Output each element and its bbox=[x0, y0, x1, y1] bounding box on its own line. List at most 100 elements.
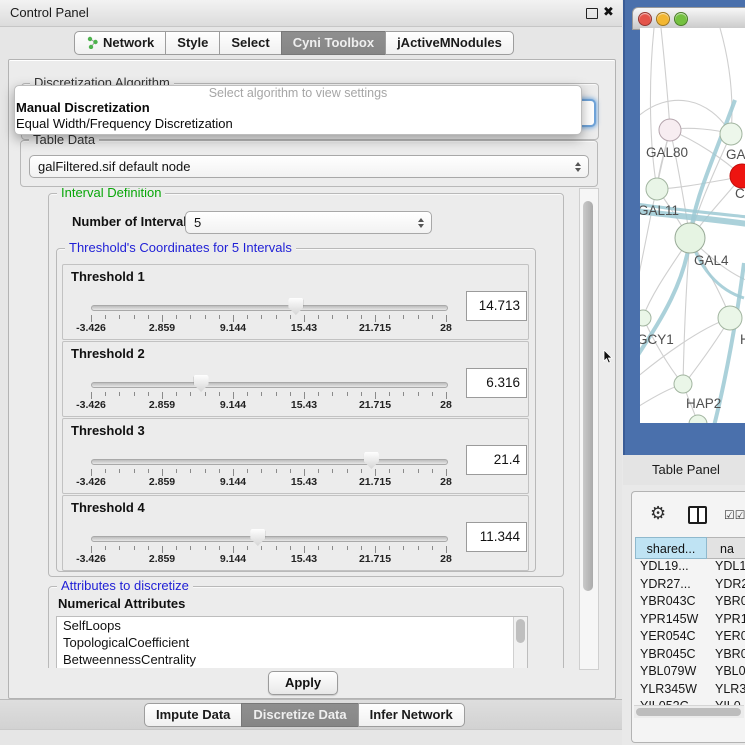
tick-mark bbox=[233, 469, 234, 476]
cell-name: YBL0 bbox=[707, 664, 745, 682]
tick-mark bbox=[119, 392, 120, 396]
panel-scrollbar-thumb[interactable] bbox=[583, 201, 593, 591]
dropdown-option-1[interactable]: Manual Discretization bbox=[15, 100, 581, 116]
tick-mark bbox=[389, 546, 390, 550]
table-row[interactable]: YDL19...YDL1 bbox=[635, 559, 745, 577]
table-row[interactable]: YBR045CYBR0 bbox=[635, 647, 745, 665]
numerical-attributes-list[interactable]: SelfLoopsTopologicalCoefficientBetweenne… bbox=[56, 616, 528, 668]
network-graph[interactable]: GAL80GACGAL11GAL4GCY1HHAP2 bbox=[640, 28, 745, 423]
table-row[interactable]: YBL079WYBL0 bbox=[635, 664, 745, 682]
scale-label: 2.859 bbox=[149, 399, 175, 411]
minimize-traffic-light[interactable] bbox=[656, 12, 670, 26]
number-of-intervals-spinner[interactable]: 5 bbox=[185, 211, 432, 234]
cell-shared-name: YBR043C bbox=[635, 594, 707, 612]
scale-label: 9.144 bbox=[220, 553, 246, 565]
slider-track[interactable] bbox=[91, 382, 448, 388]
table-horizontal-scrollbar[interactable] bbox=[634, 705, 744, 718]
tick-mark bbox=[119, 469, 120, 473]
tick-mark bbox=[148, 392, 149, 396]
tick-mark bbox=[162, 469, 163, 476]
tick-mark bbox=[91, 546, 92, 553]
table-row[interactable]: YER054CYER0 bbox=[635, 629, 745, 647]
attributes-scrollbar-thumb[interactable] bbox=[516, 619, 525, 643]
threshold-value-field[interactable]: 21.4 bbox=[466, 445, 527, 475]
close-icon[interactable]: ✖ bbox=[603, 4, 614, 20]
threshold-title: Threshold 4 bbox=[71, 500, 145, 515]
threshold-value-field[interactable]: 11.344 bbox=[466, 522, 527, 552]
table-data-combobox[interactable]: galFiltered.sif default node bbox=[29, 155, 589, 178]
network-edge bbox=[657, 177, 741, 189]
network-node-hap2[interactable] bbox=[674, 375, 692, 393]
attribute-list-item[interactable]: BetweennessCentrality bbox=[57, 651, 527, 668]
tick-mark bbox=[205, 315, 206, 319]
table-row[interactable]: YLR345WYLR3 bbox=[635, 682, 745, 700]
network-canvas[interactable]: GAL80GACGAL11GAL4GCY1HHAP2 bbox=[640, 28, 745, 423]
slider-thumb[interactable] bbox=[364, 452, 379, 469]
tick-mark bbox=[318, 392, 319, 396]
slider-track[interactable] bbox=[91, 536, 448, 542]
bottom-tab-impute-data[interactable]: Impute Data bbox=[144, 703, 242, 727]
threshold-value-field[interactable]: 14.713 bbox=[466, 291, 527, 321]
table-row[interactable]: YDR27...YDR2 bbox=[635, 577, 745, 595]
table-rows: YDL19...YDL1YDR27...YDR2YBR043CYBR0YPR14… bbox=[635, 559, 745, 717]
panel-scrollbar[interactable] bbox=[579, 188, 599, 670]
network-node-h[interactable] bbox=[718, 306, 742, 330]
network-node-gcy1[interactable] bbox=[640, 310, 651, 326]
network-window-titlebar[interactable] bbox=[632, 7, 745, 30]
column-header-shared-name[interactable]: shared... bbox=[635, 537, 707, 559]
tab-select[interactable]: Select bbox=[219, 31, 281, 55]
tab-cyni-toolbox[interactable]: Cyni Toolbox bbox=[281, 31, 386, 55]
network-node[interactable] bbox=[689, 415, 707, 423]
zoom-traffic-light[interactable] bbox=[674, 12, 688, 26]
threshold-value-field[interactable]: 6.316 bbox=[466, 368, 527, 398]
slider-thumb[interactable] bbox=[288, 298, 303, 315]
table-row[interactable]: YPR145WYPR1 bbox=[635, 612, 745, 630]
column-header-name[interactable]: na bbox=[707, 537, 745, 559]
scale-label: 2.859 bbox=[149, 322, 175, 334]
scale-label: 21.715 bbox=[359, 322, 391, 334]
attributes-group-label: Attributes to discretize bbox=[57, 579, 193, 593]
tick-mark bbox=[91, 392, 92, 399]
network-node-gal4[interactable] bbox=[675, 223, 705, 253]
tick-mark bbox=[432, 392, 433, 396]
tick-mark bbox=[318, 546, 319, 550]
columns-icon[interactable] bbox=[688, 506, 707, 524]
tick-mark bbox=[418, 392, 419, 396]
tick-mark bbox=[134, 469, 135, 473]
tab-label: jActiveMNodules bbox=[397, 35, 502, 50]
table-hscrollbar-thumb[interactable] bbox=[636, 708, 741, 716]
apply-button[interactable]: Apply bbox=[268, 671, 338, 695]
float-window-icon[interactable] bbox=[586, 8, 598, 19]
cell-shared-name: YBR045C bbox=[635, 647, 707, 665]
attribute-list-item[interactable]: SelfLoops bbox=[57, 617, 527, 634]
network-node-gal11[interactable] bbox=[646, 178, 668, 200]
bottom-tab-discretize-data[interactable]: Discretize Data bbox=[241, 703, 358, 727]
tab-label: Style bbox=[177, 35, 208, 50]
network-node-ga[interactable] bbox=[720, 123, 742, 145]
slider-track[interactable] bbox=[91, 305, 448, 311]
table-panel-title: Table Panel bbox=[652, 462, 720, 477]
node-label: GAL11 bbox=[640, 203, 679, 218]
slider-scale-labels: -3.4262.8599.14415.4321.71528 bbox=[91, 399, 446, 411]
table-panel-box: ⚙ ☑☑ shared... na YDL19...YDL1YDR27...YD… bbox=[631, 491, 745, 743]
table-row[interactable]: YBR043CYBR0 bbox=[635, 594, 745, 612]
slider-thumb[interactable] bbox=[250, 529, 265, 546]
attributes-scrollbar[interactable] bbox=[513, 617, 527, 668]
slider-track[interactable] bbox=[91, 459, 448, 465]
tick-mark bbox=[190, 546, 191, 550]
dropdown-option-2[interactable]: Equal Width/Frequency Discretization bbox=[15, 116, 581, 132]
tab-network[interactable]: Network bbox=[74, 31, 166, 55]
node-label: GCY1 bbox=[640, 332, 674, 347]
gear-icon[interactable]: ⚙ bbox=[650, 504, 666, 522]
slider-thumb[interactable] bbox=[194, 375, 209, 392]
table-panel-body: ⚙ ☑☑ shared... na YDL19...YDL1YDR27...YD… bbox=[623, 485, 745, 745]
bottom-tab-infer-network[interactable]: Infer Network bbox=[358, 703, 465, 727]
tab-jactivemnodules[interactable]: jActiveMNodules bbox=[385, 31, 514, 55]
checkboxes-icon[interactable]: ☑☑ bbox=[724, 508, 745, 522]
network-node-gal80[interactable] bbox=[659, 119, 681, 141]
node-table[interactable]: shared... na YDL19...YDL1YDR27...YDR2YBR… bbox=[635, 537, 745, 730]
attribute-list-item[interactable]: TopologicalCoefficient bbox=[57, 634, 527, 651]
tab-style[interactable]: Style bbox=[165, 31, 220, 55]
close-traffic-light[interactable] bbox=[638, 12, 652, 26]
tick-mark bbox=[219, 392, 220, 396]
